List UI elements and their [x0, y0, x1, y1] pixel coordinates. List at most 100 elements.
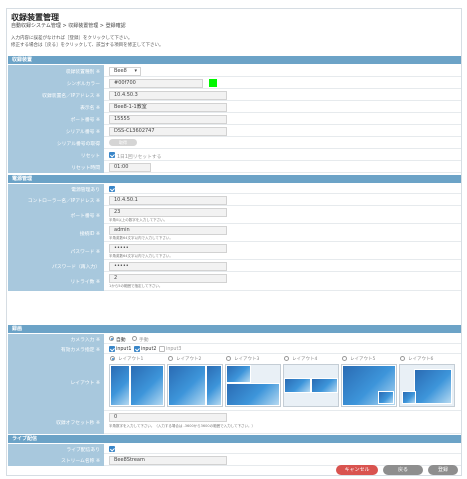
- symbol-color-label: シンボルカラー: [8, 77, 104, 89]
- layout-5-label: レイアウト5: [350, 357, 376, 362]
- live-enable-checkbox[interactable]: [109, 446, 115, 452]
- layout-4-tile-right: [311, 378, 338, 393]
- section-device: 収録装置: [8, 56, 461, 64]
- port-input[interactable]: 15555: [109, 114, 227, 124]
- serial-fetch-button[interactable]: 取得: [109, 139, 137, 146]
- controller-label: コントローラー名／IPアドレス ※: [8, 194, 104, 206]
- layout-option-6[interactable]: レイアウト6: [399, 355, 457, 409]
- layout-2-tile-main: [168, 365, 206, 406]
- row-camera-input: カメラ入力 ※ 自動 手動: [8, 334, 461, 344]
- row-power-enable: 電源管理あり: [8, 184, 461, 194]
- breadcrumb: 自動収録システム管理 > 収録装置管理 > 登録確認: [11, 23, 126, 29]
- layout-4-radio[interactable]: [284, 356, 289, 361]
- layout-4-preview: [283, 364, 339, 407]
- layout-2-radio[interactable]: [168, 356, 173, 361]
- stream-input[interactable]: Bee8Stream: [109, 455, 227, 465]
- main-panel: 収録装置管理 自動収録システム管理 > 収録装置管理 > 登録確認 入力内容に誤…: [6, 8, 462, 476]
- layout-6-preview: [399, 364, 455, 407]
- password2-label: パスワード（再入力）: [8, 260, 104, 272]
- row-password2: パスワード（再入力） •••••: [8, 260, 461, 272]
- row-serial-fetch: シリアル番号の取得 取得: [8, 137, 461, 149]
- row-device-ip: 収録装置名／IPアドレス ※ 10.4.50.3: [8, 89, 461, 101]
- intro-line-2: 修正する場合は［戻る］をクリックして、該当する項目を修正して下さい。: [11, 43, 164, 48]
- camera-auto-radio[interactable]: [109, 336, 114, 341]
- layout-option-5[interactable]: レイアウト5: [341, 355, 399, 409]
- power-port-hint: 半角0以上の数字を入力して下さい。: [109, 218, 168, 222]
- row-valid-camera: 有効カメラ指定 ※ input1 input2 input3: [8, 344, 461, 354]
- row-serial: シリアル番号 ※ DSS-CL3602747: [8, 125, 461, 137]
- layout-5-radio[interactable]: [342, 356, 347, 361]
- row-reset: リセット 1日1回リセットする: [8, 149, 461, 161]
- reset-time-input[interactable]: 01:00: [109, 162, 151, 172]
- serial-label: シリアル番号 ※: [8, 125, 104, 137]
- login-input[interactable]: admin: [109, 225, 227, 235]
- input1-checkbox[interactable]: [109, 346, 115, 352]
- password-input[interactable]: •••••: [109, 243, 227, 253]
- layout-1-label: レイアウト1: [118, 357, 144, 362]
- row-symbol-color: シンボルカラー #00f700: [8, 77, 461, 89]
- layout-option-4[interactable]: レイアウト4: [283, 355, 341, 409]
- input2-label: input2: [141, 346, 157, 352]
- layout-1-tile-right: [130, 365, 164, 406]
- layout-option-2[interactable]: レイアウト2: [167, 355, 225, 409]
- stream-label: ストリーム名称 ※: [8, 454, 104, 466]
- layout-6-radio[interactable]: [400, 356, 405, 361]
- row-port: ポート番号 ※ 15555: [8, 113, 461, 125]
- intro-line-1: 入力内容に誤差がなければ［登録］をクリックして下さい。: [11, 36, 133, 41]
- input3-checkbox[interactable]: [159, 346, 165, 352]
- retry-input[interactable]: 2: [109, 273, 227, 283]
- serial-input[interactable]: DSS-CL3602747: [109, 126, 227, 136]
- device-ip-input[interactable]: 10.4.50.3: [109, 90, 227, 100]
- power-port-input[interactable]: 23: [109, 207, 227, 217]
- port-label: ポート番号 ※: [8, 113, 104, 125]
- reset-text: 1日1回リセットする: [117, 154, 162, 160]
- layout-3-radio[interactable]: [226, 356, 231, 361]
- device-type-value: Bee8: [114, 67, 127, 74]
- password-hint: 半角英数64文字以内で入力して下さい。: [109, 254, 173, 258]
- symbol-color-input[interactable]: #00f700: [109, 78, 203, 88]
- layout-6-label: レイアウト6: [408, 357, 434, 362]
- back-button[interactable]: 戻る: [383, 465, 423, 475]
- row-retry: リトライ数 ※ 2 1から5の範囲で指定して下さい。: [8, 272, 461, 291]
- device-type-label: 収録装置種別 ※: [8, 65, 104, 77]
- password-label: パスワード ※: [8, 242, 104, 260]
- layout-label: レイアウト ※: [8, 354, 104, 411]
- layout-options: レイアウト1 レイアウト2 レイアウト3 レイアウト4 レイアウト5 レイアウト…: [109, 355, 457, 409]
- layout-5-preview: [341, 364, 397, 407]
- layout-6-tile-main: [414, 369, 452, 404]
- power-port-label: ポート番号 ※: [8, 206, 104, 224]
- row-offset: 収録オフセット秒 ※ 0 半角数字を入力して下さい。（入力する場合は -3600…: [8, 411, 461, 434]
- offset-input[interactable]: 0: [109, 413, 227, 422]
- offset-hint: 半角数字を入力して下さい。（入力する場合は -3600から3600の範囲で入力し…: [109, 424, 255, 428]
- color-swatch: [209, 79, 217, 87]
- device-ip-label: 収録装置名／IPアドレス ※: [8, 89, 104, 101]
- display-name-input[interactable]: Bee8-1-1教室: [109, 102, 227, 112]
- row-login: 接続ID ※ admin 半角英数64文字以内で入力して下さい。: [8, 224, 461, 242]
- layout-1-tile-left: [110, 365, 130, 406]
- layout-option-3[interactable]: レイアウト3: [225, 355, 283, 409]
- password2-input[interactable]: •••••: [109, 261, 227, 271]
- retry-hint: 1から5の範囲で指定して下さい。: [109, 284, 163, 288]
- input2-checkbox[interactable]: [134, 346, 140, 352]
- row-live-enable: ライブ配信あり: [8, 444, 461, 454]
- serial-fetch-label: シリアル番号の取得: [8, 137, 104, 149]
- layout-5-tile-inset: [378, 391, 394, 404]
- device-type-select[interactable]: Bee8 ▾: [109, 66, 141, 76]
- reset-label: リセット: [8, 149, 104, 161]
- reset-checkbox[interactable]: [109, 152, 115, 158]
- controller-input[interactable]: 10.4.50.1: [109, 195, 227, 205]
- layout-2-preview: [167, 364, 223, 407]
- chevron-down-icon: ▾: [134, 67, 137, 74]
- layout-option-1[interactable]: レイアウト1: [109, 355, 167, 409]
- section-power: 電源管理: [8, 175, 461, 183]
- row-reset-time: リセット時間 01:00: [8, 161, 461, 173]
- layout-1-radio[interactable]: [110, 356, 115, 361]
- register-button[interactable]: 登録: [428, 465, 458, 475]
- row-controller: コントローラー名／IPアドレス ※ 10.4.50.1: [8, 194, 461, 206]
- layout-6-tile-inset: [402, 391, 416, 404]
- cancel-button[interactable]: キャンセル: [336, 465, 378, 475]
- input1-label: input1: [116, 346, 132, 352]
- camera-manual-radio[interactable]: [132, 336, 137, 341]
- power-enable-checkbox[interactable]: [109, 186, 115, 192]
- layout-3-tile-large: [226, 383, 280, 406]
